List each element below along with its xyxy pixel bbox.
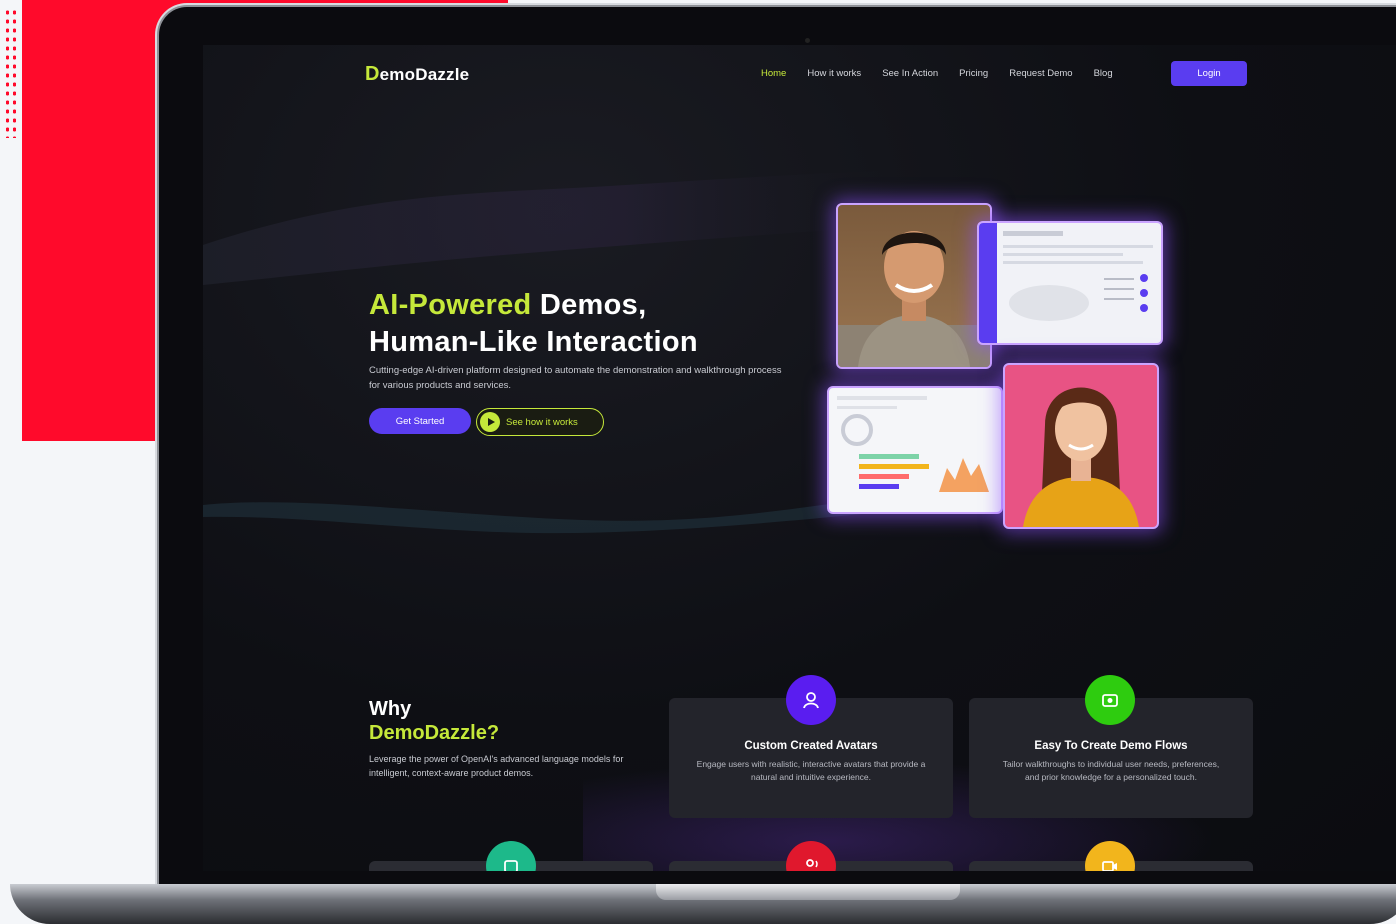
login-button[interactable]: Login: [1171, 61, 1247, 86]
nav-blog[interactable]: Blog: [1094, 68, 1113, 79]
why-heading: Why DemoDazzle?: [369, 698, 500, 744]
main-nav: Home How it works See In Action Pricing …: [761, 68, 1134, 79]
avatar-woman-image: [1003, 363, 1159, 529]
flow-icon: [1085, 675, 1135, 725]
avatar-icon: [786, 675, 836, 725]
dot-pattern: [4, 8, 18, 138]
nav-pricing[interactable]: Pricing: [959, 68, 988, 79]
feature-title: Custom Created Avatars: [744, 740, 878, 752]
feature-description: Engage users with realistic, interactive…: [696, 759, 926, 782]
dashboard-screenshot-1: [977, 221, 1163, 345]
camera-icon: [486, 841, 536, 871]
dashboard-screenshot-2: [827, 386, 1003, 514]
logo[interactable]: DemoDazzle: [365, 63, 469, 86]
laptop-notch: [656, 884, 960, 900]
play-icon: [480, 412, 500, 432]
avatar-man-image: [836, 203, 992, 369]
feature-description: Tailor walkthroughs to individual user n…: [1002, 759, 1220, 782]
hero-title: AI-Powered Demos, Human-Like Interaction: [369, 289, 698, 358]
feature-title: Easy To Create Demo Flows: [1034, 740, 1188, 752]
nav-request-demo[interactable]: Request Demo: [1009, 68, 1072, 79]
laptop-screen: DemoDazzle Home How it works See In Acti…: [203, 45, 1396, 871]
see-how-it-works-button[interactable]: See how it works: [476, 408, 604, 436]
why-subtitle: Leverage the power of OpenAI's advanced …: [369, 754, 624, 778]
webcam: [805, 38, 810, 43]
nav-see-in-action[interactable]: See In Action: [882, 68, 938, 79]
get-started-button[interactable]: Get Started: [369, 408, 471, 434]
hero-subtitle: Cutting-edge AI-driven platform designed…: [369, 365, 782, 391]
nav-how-it-works[interactable]: How it works: [807, 68, 861, 79]
nav-home[interactable]: Home: [761, 68, 786, 79]
